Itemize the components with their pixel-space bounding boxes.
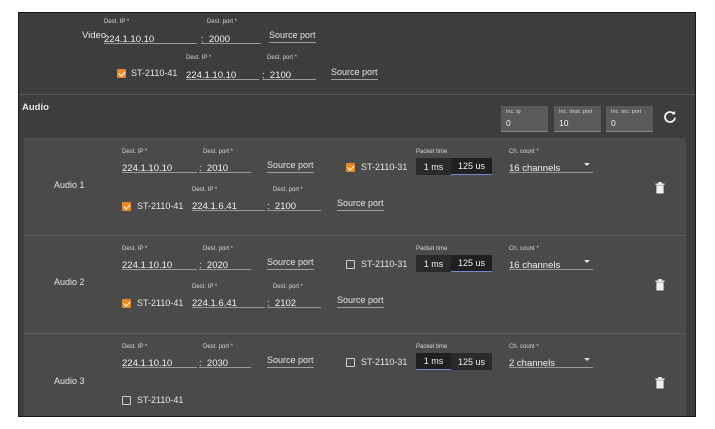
audio-3-dest-port-label: Dest. port * bbox=[203, 344, 234, 350]
audio-1-packet-time-125us[interactable]: 125 us bbox=[451, 158, 492, 175]
audio-2-dest-ip-label: Dest. IP * bbox=[122, 246, 148, 252]
video2-dest-ip-value: 224.1.10.10 bbox=[186, 70, 237, 81]
audio-1-st2110-41-checkbox[interactable] bbox=[122, 202, 131, 211]
audio-item-3: Audio 3 Dest. IP * 224.1.10.10 Dest. por… bbox=[24, 334, 686, 416]
audio-2-st2110-41-checkbox[interactable] bbox=[122, 299, 131, 308]
audio-3-delete-icon[interactable] bbox=[655, 376, 665, 389]
audio-1-source-port-button[interactable]: Source port bbox=[267, 160, 314, 173]
audio-1-packet-time-1ms[interactable]: 1 ms bbox=[416, 158, 451, 175]
audio-3-st2110-31-checkbox[interactable] bbox=[346, 358, 355, 367]
audio-3-dest-ip-label: Dest. IP * bbox=[122, 344, 148, 350]
audio-1-dest-port-label: Dest. port * bbox=[203, 149, 234, 155]
video-label: Video bbox=[82, 30, 107, 41]
video2-dest-port-value: 2100 bbox=[269, 70, 292, 81]
audio-1-st2110-31-label: ST-2110-31 bbox=[361, 162, 408, 172]
audio-2-packet-time-125us[interactable]: 125 us bbox=[451, 255, 492, 272]
video2-dest-ip-field[interactable]: 224.1.10.10 bbox=[186, 65, 259, 81]
video2-dest-port-field[interactable]: : 2100 bbox=[262, 65, 316, 81]
audio-1-dest-port-field[interactable]: : 2010 bbox=[199, 158, 251, 174]
inc-ip-field[interactable]: Inc. ip 0 bbox=[501, 106, 548, 132]
audio-item-2: Audio 2 Dest. IP * 224.1.10.10 Dest. por… bbox=[24, 236, 686, 333]
audio-3-packet-time-1ms[interactable]: 1 ms bbox=[416, 353, 451, 370]
audio-1-41-source-port-button[interactable]: Source port bbox=[337, 198, 384, 211]
inc-dest-port-field[interactable]: Inc. dest. port 10 bbox=[554, 106, 601, 132]
audio-2-41-dest-ip-field[interactable]: 224.1.6.41 bbox=[192, 293, 265, 309]
inc-ip-label: Inc. ip bbox=[506, 109, 521, 115]
video2-dest-ip-label: Dest. IP * bbox=[186, 55, 212, 61]
audio-2-st2110-31-label: ST-2110-31 bbox=[361, 259, 408, 269]
audio-item-1: Audio 1 Dest. IP * 224.1.10.10 Dest. por… bbox=[24, 138, 686, 235]
video-dest-port-label: Dest. port * bbox=[207, 19, 238, 25]
video-dest-ip-field[interactable]: 224.1.10.10 bbox=[104, 29, 197, 45]
video-st2110-41-checkbox[interactable] bbox=[117, 69, 126, 78]
video-dest-port-field[interactable]: : 2000 bbox=[201, 29, 261, 45]
audio-2-41-dest-port-field[interactable]: : 2102 bbox=[267, 293, 321, 309]
audio-2-dest-port-field[interactable]: : 2020 bbox=[199, 255, 251, 271]
audio-1-packet-time-label: Packet time bbox=[416, 149, 448, 155]
video2-source-port-button[interactable]: Source port bbox=[331, 67, 378, 80]
audio-1-ch-count-label: Ch. count * bbox=[509, 149, 539, 155]
audio-2-41-dest-ip-label: Dest. IP * bbox=[192, 284, 218, 290]
audio-1-st2110-31-checkbox[interactable] bbox=[346, 163, 355, 172]
audio-2-delete-icon[interactable] bbox=[655, 278, 665, 291]
video-dest-ip-value: 224.1.10.10 bbox=[104, 34, 155, 45]
audio-2-dest-ip-field[interactable]: 224.1.10.10 bbox=[122, 255, 197, 271]
audio-2-name: Audio 2 bbox=[54, 277, 85, 287]
audio-1-41-dest-port-field[interactable]: : 2100 bbox=[267, 196, 321, 212]
inc-dest-port-value: 10 bbox=[559, 118, 569, 128]
audio-section-title: Audio bbox=[22, 102, 49, 113]
audio-1-ch-count-select[interactable]: 16 channels bbox=[509, 158, 593, 174]
refresh-icon[interactable] bbox=[663, 110, 677, 124]
inc-dest-port-label: Inc. dest. port bbox=[559, 109, 593, 115]
audio-2-ch-count-label: Ch. count * bbox=[509, 246, 539, 252]
audio-3-st2110-41-checkbox[interactable] bbox=[122, 396, 131, 405]
video-dest-ip-label: Dest. IP * bbox=[104, 19, 130, 25]
inc-src-port-label: Inc. src. port bbox=[611, 109, 642, 115]
audio-3-st2110-31-label: ST-2110-31 bbox=[361, 357, 408, 367]
inc-src-port-field[interactable]: Inc. src. port 0 bbox=[606, 106, 653, 132]
audio-2-source-port-button[interactable]: Source port bbox=[267, 257, 314, 270]
chevron-down-icon bbox=[584, 260, 590, 263]
audio-1-dest-ip-field[interactable]: 224.1.10.10 bbox=[122, 158, 197, 174]
audio-1-41-dest-ip-label: Dest. IP * bbox=[192, 187, 218, 193]
audio-2-41-source-port-button[interactable]: Source port bbox=[337, 295, 384, 308]
video-source-port-button[interactable]: Source port bbox=[269, 30, 316, 43]
video2-dest-port-label: Dest. port * bbox=[267, 55, 298, 61]
audio-3-dest-port-field[interactable]: : 2030 bbox=[199, 353, 251, 369]
audio-1-st2110-41-label: ST-2110-41 bbox=[137, 201, 184, 211]
audio-2-packet-time-toggle[interactable]: 1 ms 125 us bbox=[416, 255, 492, 272]
audio-1-name: Audio 1 bbox=[54, 180, 85, 190]
audio-3-ch-count-label: Ch. count * bbox=[509, 344, 539, 350]
audio-3-packet-time-label: Packet time bbox=[416, 344, 448, 350]
audio-3-st2110-41-label: ST-2110-41 bbox=[137, 395, 184, 405]
divider bbox=[19, 94, 695, 95]
audio-list: Audio 1 Dest. IP * 224.1.10.10 Dest. por… bbox=[24, 138, 686, 416]
audio-3-packet-time-toggle[interactable]: 1 ms 125 us bbox=[416, 353, 492, 370]
audio-1-delete-icon[interactable] bbox=[655, 181, 665, 194]
audio-1-41-dest-ip-field[interactable]: 224.1.6.41 bbox=[192, 196, 265, 212]
chevron-down-icon bbox=[584, 163, 590, 166]
audio-2-st2110-31-checkbox[interactable] bbox=[346, 260, 355, 269]
stream-config-panel: Video Dest. IP * 224.1.10.10 Dest. port … bbox=[18, 12, 696, 417]
audio-1-dest-ip-label: Dest. IP * bbox=[122, 149, 148, 155]
chevron-down-icon bbox=[584, 358, 590, 361]
audio-3-dest-ip-field[interactable]: 224.1.10.10 bbox=[122, 353, 197, 369]
audio-2-ch-count-select[interactable]: 16 channels bbox=[509, 255, 593, 271]
audio-3-packet-time-125us[interactable]: 125 us bbox=[451, 353, 492, 370]
inc-ip-value: 0 bbox=[506, 118, 511, 128]
video-st2110-41-label: ST-2110-41 bbox=[131, 68, 178, 78]
audio-3-ch-count-select[interactable]: 2 channels bbox=[509, 353, 593, 369]
audio-2-packet-time-1ms[interactable]: 1 ms bbox=[416, 255, 451, 272]
audio-2-st2110-41-label: ST-2110-41 bbox=[137, 298, 184, 308]
audio-2-packet-time-label: Packet time bbox=[416, 246, 448, 252]
audio-2-dest-port-label: Dest. port * bbox=[203, 246, 234, 252]
audio-1-packet-time-toggle[interactable]: 1 ms 125 us bbox=[416, 158, 492, 175]
audio-3-name: Audio 3 bbox=[54, 376, 85, 386]
inc-src-port-value: 0 bbox=[611, 118, 616, 128]
video-dest-port-value: : 2000 bbox=[201, 34, 231, 45]
audio-1-41-dest-port-label: Dest. port * bbox=[273, 187, 304, 193]
audio-2-41-dest-port-label: Dest. port * bbox=[273, 284, 304, 290]
audio-3-source-port-button[interactable]: Source port bbox=[267, 355, 314, 368]
